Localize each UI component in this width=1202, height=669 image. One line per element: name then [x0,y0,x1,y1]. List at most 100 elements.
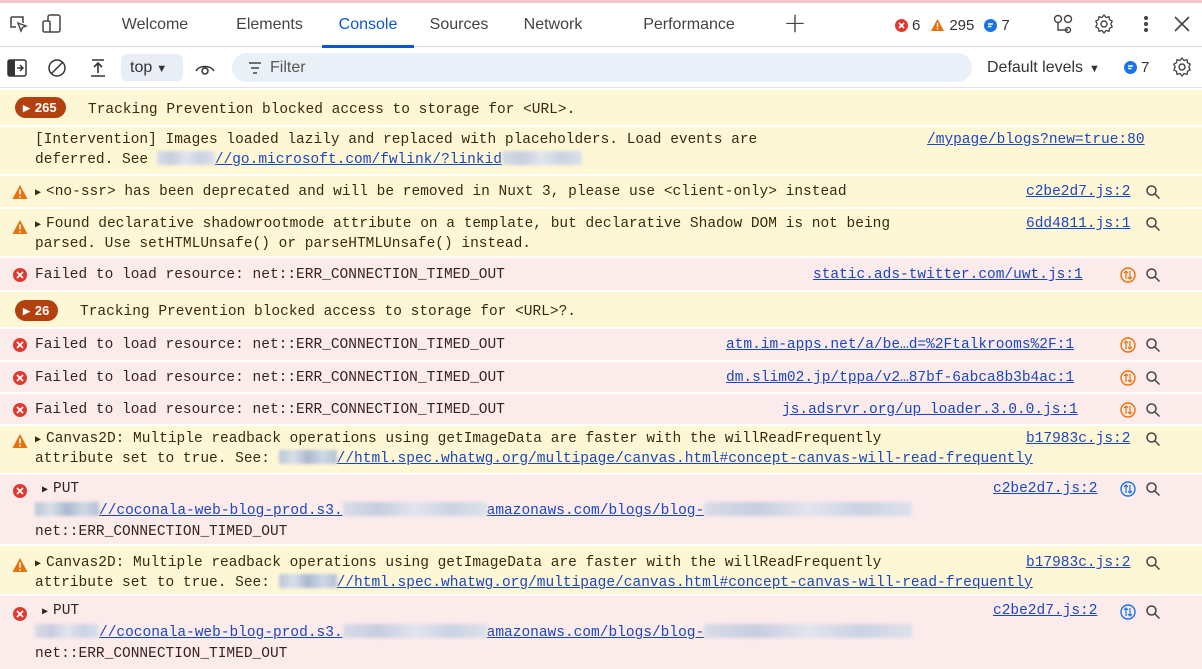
error-icon [13,268,27,282]
message-text: Canvas2D: Multiple readback operations u… [46,431,882,447]
warning-count: 295 [949,16,975,34]
repeat-count: 26 [34,303,50,318]
search-magnifier-icon[interactable] [1145,370,1161,386]
source-link[interactable]: 6dd4811.js:1 [1026,214,1130,234]
search-magnifier-icon[interactable] [1145,402,1161,418]
toolbar-info-count[interactable]: 7 [1124,59,1149,76]
console-message-group[interactable]: ▶ 265 Tracking Prevention blocked access … [0,89,1202,125]
live-expression-eye-icon[interactable] [193,56,217,80]
issue-counters[interactable]: 6 295 7 [895,15,1020,35]
console-message-error: ▶ PUT //coconala-web-blog-prod.s3. amazona… [0,474,1202,544]
message-text-row[interactable]: ▶ PUT [42,479,79,501]
more-options-icon[interactable] [1134,12,1158,36]
message-text-line2: //coconala-web-blog-prod.s3. amazonaws.co… [35,623,913,643]
search-magnifier-icon[interactable] [1145,555,1161,571]
message-link[interactable]: //go.microsoft.com/fwlink/?linkid [215,152,502,168]
expand-triangle-icon: ▶ [35,188,42,199]
warning-icon [12,185,28,199]
source-link[interactable]: b17983c.js:2 [1026,429,1130,449]
filter-input[interactable] [270,53,950,82]
network-request-icon[interactable] [1120,604,1136,620]
search-magnifier-icon[interactable] [1145,216,1161,232]
issues-icon[interactable] [1051,12,1075,36]
source-link[interactable]: b17983c.js:2 [1026,553,1130,573]
console-message-warning: ▶ Canvas2D: Multiple readback operations … [0,545,1202,594]
redacted-block [501,151,582,165]
search-magnifier-icon[interactable] [1145,481,1161,497]
message-text-row[interactable]: ▶ Canvas2D: Multiple readback operations … [35,553,881,575]
network-request-icon[interactable] [1120,267,1136,283]
message-link[interactable]: //coconala-web-blog-prod.s3. [99,503,343,519]
source-link[interactable]: c2be2d7.js:2 [993,601,1097,621]
search-magnifier-icon[interactable] [1145,184,1161,200]
console-toolbar: top▼ Default levels▼ 7 [0,48,1202,88]
source-link[interactable]: atm.im-apps.net/a/be…d=%2Ftalkrooms%2F:1 [726,335,1074,355]
source-link[interactable]: js.adsrvr.org/up_loader.3.0.0.js:1 [782,400,1078,420]
tab-welcome[interactable]: Welcome [95,3,215,47]
tab-console[interactable]: Console [322,3,414,48]
context-selector[interactable]: top ▼ [121,54,183,81]
tab-performance[interactable]: Performance [625,3,753,47]
message-link[interactable]: //coconala-web-blog-prod.s3. [99,625,343,641]
message-link[interactable]: //html.spec.whatwg.org/multipage/canvas.… [337,575,1033,591]
message-text-row[interactable]: ▶ Found declarative shadowrootmode attrib… [35,214,890,236]
warning-count-icon [930,18,945,32]
console-messages: ▶ 265 Tracking Prevention blocked access … [0,89,1202,669]
message-text-row[interactable]: ▶ <no-ssr> has been deprecated and will b… [35,182,847,204]
network-request-icon[interactable] [1120,481,1136,497]
search-magnifier-icon[interactable] [1145,267,1161,283]
message-text: PUT [53,603,80,619]
more-tabs-plus-icon[interactable]: + [781,9,809,38]
redacted-block [156,151,215,165]
search-magnifier-icon[interactable] [1145,431,1161,447]
tab-sources[interactable]: Sources [418,3,500,47]
device-toolbar-icon[interactable] [40,12,64,36]
message-text-row[interactable]: ▶ PUT [42,601,79,623]
network-request-icon[interactable] [1120,337,1136,353]
source-link[interactable]: c2be2d7.js:2 [993,479,1097,499]
close-icon[interactable] [1170,12,1194,36]
network-request-icon[interactable] [1120,402,1136,418]
tab-elements[interactable]: Elements [222,3,317,47]
context-selector-label: top [130,59,153,76]
repeat-count-badge[interactable]: ▶ 26 [15,300,59,321]
message-text: Canvas2D: Multiple readback operations u… [46,555,882,571]
console-message-error: Failed to load resource: net::ERR_CONNEC… [0,257,1202,290]
preserve-log-icon[interactable] [86,56,110,80]
message-text-line2: attribute set to true. See: //html.spec.… [35,573,1033,593]
network-request-icon[interactable] [1120,370,1136,386]
source-link[interactable]: c2be2d7.js:2 [1026,182,1130,202]
message-text: Failed to load resource: net::ERR_CONNEC… [35,370,505,386]
message-text-line2: attribute set to true. See: //html.spec.… [35,449,1033,469]
filter-box[interactable] [232,53,972,82]
toggle-sidebar-icon[interactable] [5,56,29,80]
message-text: PUT [53,481,80,497]
message-text-row[interactable]: ▶ Canvas2D: Multiple readback operations … [35,429,881,451]
settings-gear-icon[interactable] [1092,12,1116,36]
console-settings-gear-icon[interactable] [1170,55,1194,79]
info-count-icon [984,18,998,32]
message-link[interactable]: //html.spec.whatwg.org/multipage/canvas.… [337,451,1033,467]
warning-icon [12,220,28,234]
clear-console-icon[interactable] [45,56,69,80]
redacted-block [704,624,913,638]
tab-network[interactable]: Network [508,3,598,47]
message-text-prefix: attribute set to true. See: [35,451,279,467]
message-text-line3: net::ERR_CONNECTION_TIMED_OUT [35,524,288,540]
expand-triangle-icon: ▶ [35,559,42,570]
repeat-count-badge[interactable]: ▶ 265 [15,97,66,118]
log-levels-dropdown[interactable]: Default levels ▼ [987,59,1100,77]
source-link[interactable]: dm.slim02.jp/tppa/v2…87bf-6abca8b3b4ac:1 [726,368,1074,388]
inspect-element-icon[interactable] [6,12,30,36]
redacted-block [278,450,337,464]
message-link[interactable]: amazonaws.com/blogs/blog- [487,625,705,641]
source-link[interactable]: static.ads-twitter.com/uwt.js:1 [813,265,1083,285]
search-magnifier-icon[interactable] [1145,337,1161,353]
error-icon [13,403,27,417]
source-link[interactable]: /mypage/blogs?new=true:80 [927,130,1145,150]
message-link[interactable]: amazonaws.com/blogs/blog- [487,503,705,519]
expand-triangle-icon: ▶ [42,485,49,496]
search-magnifier-icon[interactable] [1145,604,1161,620]
console-message-group[interactable]: ▶ 26 Tracking Prevention blocked access t… [0,291,1202,327]
warning-icon [12,434,28,448]
